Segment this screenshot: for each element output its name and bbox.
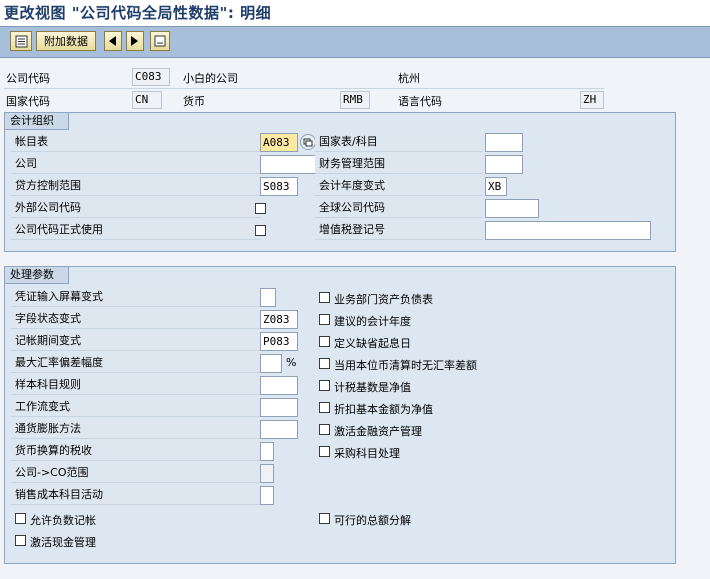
company-name: 小白的公司 <box>183 72 238 85</box>
company-city: 杭州 <box>398 72 420 85</box>
cost-of-sales-input[interactable] <box>260 486 274 505</box>
workflow-variant-input[interactable] <box>260 398 298 417</box>
discount-base-net-label: 折扣基本金额为净值 <box>334 403 433 416</box>
percent-sign: % <box>286 356 297 369</box>
title-bar: 更改视图 "公司代码全局性数据": 明细 <box>0 0 710 26</box>
company-input[interactable] <box>260 155 316 174</box>
company-code-field: C083 <box>132 68 170 86</box>
global-company-code-input[interactable] <box>485 199 539 218</box>
previous-entry-icon[interactable] <box>104 31 122 51</box>
fiscal-year-variant-input[interactable]: XB <box>485 177 507 196</box>
productive-label: 公司代码正式使用 <box>11 221 261 240</box>
field-status-input[interactable]: Z083 <box>260 310 298 329</box>
posting-period-input[interactable]: P083 <box>260 332 298 351</box>
tax-base-net-label: 计税基数是净值 <box>334 381 411 394</box>
credit-control-area-input[interactable]: S083 <box>260 177 298 196</box>
fm-area-label: 财务管理范围 <box>315 155 483 174</box>
tax-base-net-checkbox[interactable] <box>319 380 330 391</box>
country-code-label: 国家代码 <box>6 95 50 108</box>
propose-fiscal-year-label: 建议的会计年度 <box>334 315 411 328</box>
inflation-method-input[interactable] <box>260 420 298 439</box>
accounting-organization-group: 会计组织 帐目表 A083 国家表/科目 公司 财务管理范围 贷方控制范围 S0… <box>4 112 676 252</box>
default-value-date-checkbox[interactable] <box>319 336 330 347</box>
split-amount-checkbox[interactable] <box>319 513 330 524</box>
global-company-code-label: 全球公司代码 <box>315 199 483 218</box>
country-chart-label: 国家表/科目 <box>315 133 483 152</box>
doc-entry-screen-label: 凭证输入屏幕变式 <box>11 288 261 307</box>
country-code-field: CN <box>132 91 162 109</box>
cost-of-sales-label: 销售成本科目活动 <box>11 486 261 505</box>
currency-field: RMB <box>340 91 370 109</box>
negative-postings-checkbox[interactable] <box>15 513 26 524</box>
vat-registration-input[interactable] <box>485 221 651 240</box>
processing-parameters-group: 处理参数 凭证输入屏幕变式 字段状态变式 Z083 记帐期间变式 P083 最大… <box>4 266 676 564</box>
next-entry-icon[interactable] <box>126 31 144 51</box>
split-amount-label: 可行的总额分解 <box>334 514 411 527</box>
accounting-organization-title: 会计组织 <box>5 113 69 130</box>
financial-assets-mgmt-label: 激活金融资产管理 <box>334 425 422 438</box>
cash-management-checkbox[interactable] <box>15 535 26 546</box>
sample-account-rules-input[interactable] <box>260 376 298 395</box>
details-icon[interactable] <box>10 31 32 51</box>
country-chart-input[interactable] <box>485 133 523 152</box>
language-label: 语言代码 <box>398 95 442 108</box>
vat-registration-label: 增值税登记号 <box>315 221 483 240</box>
posting-period-label: 记帐期间变式 <box>11 332 261 351</box>
external-company-code-label: 外部公司代码 <box>11 199 261 218</box>
sample-account-rules-label: 样本科目规则 <box>11 376 261 395</box>
additional-data-button[interactable]: 附加数据 <box>36 31 96 51</box>
negative-postings-label: 允许负数记帐 <box>30 514 96 527</box>
external-company-code-checkbox[interactable] <box>255 203 266 214</box>
purchase-account-processing-checkbox[interactable] <box>319 446 330 457</box>
header-divider <box>4 88 604 89</box>
tax-currency-translation-input[interactable] <box>260 442 274 461</box>
fiscal-year-variant-label: 会计年度变式 <box>315 177 483 196</box>
currency-label: 货币 <box>183 95 205 108</box>
field-status-label: 字段状态变式 <box>11 310 261 329</box>
discount-base-net-checkbox[interactable] <box>319 402 330 413</box>
business-area-balance-label: 业务部门资产负债表 <box>334 293 433 306</box>
inflation-method-label: 通货膨胀方法 <box>11 420 261 439</box>
no-exchange-diff-label: 当用本位币清算时无汇率差额 <box>334 359 477 372</box>
application-toolbar: 附加数据 <box>0 26 710 58</box>
co-area-input <box>260 464 274 483</box>
language-field: ZH <box>580 91 604 109</box>
doc-entry-screen-input[interactable] <box>260 288 276 307</box>
business-area-balance-checkbox[interactable] <box>319 292 330 303</box>
workflow-variant-label: 工作流变式 <box>11 398 261 417</box>
credit-control-area-label: 贷方控制范围 <box>11 177 261 196</box>
purchase-account-processing-label: 采购科目处理 <box>334 447 400 460</box>
cash-management-label: 激活现金管理 <box>30 536 96 549</box>
no-exchange-diff-checkbox[interactable] <box>319 358 330 369</box>
chart-of-accounts-input[interactable]: A083 <box>260 133 298 152</box>
tax-currency-translation-label: 货币换算的税收 <box>11 442 261 461</box>
default-value-date-label: 定义缺省起息日 <box>334 337 411 350</box>
propose-fiscal-year-checkbox[interactable] <box>319 314 330 325</box>
co-area-label: 公司->CO范围 <box>11 464 261 483</box>
fm-area-input[interactable] <box>485 155 523 174</box>
productive-checkbox[interactable] <box>255 225 266 236</box>
max-exchange-rate-input[interactable] <box>260 354 282 373</box>
company-code-label: 公司代码 <box>6 72 50 85</box>
lookup-icon[interactable] <box>300 134 316 150</box>
print-icon[interactable] <box>150 31 170 51</box>
chart-of-accounts-label: 帐目表 <box>11 133 261 152</box>
company-label: 公司 <box>11 155 261 174</box>
max-exchange-rate-label: 最大汇率偏差幅度 <box>11 354 261 373</box>
financial-assets-mgmt-checkbox[interactable] <box>319 424 330 435</box>
processing-parameters-title: 处理参数 <box>5 267 69 284</box>
page-title: 更改视图 "公司代码全局性数据": 明细 <box>4 4 272 22</box>
